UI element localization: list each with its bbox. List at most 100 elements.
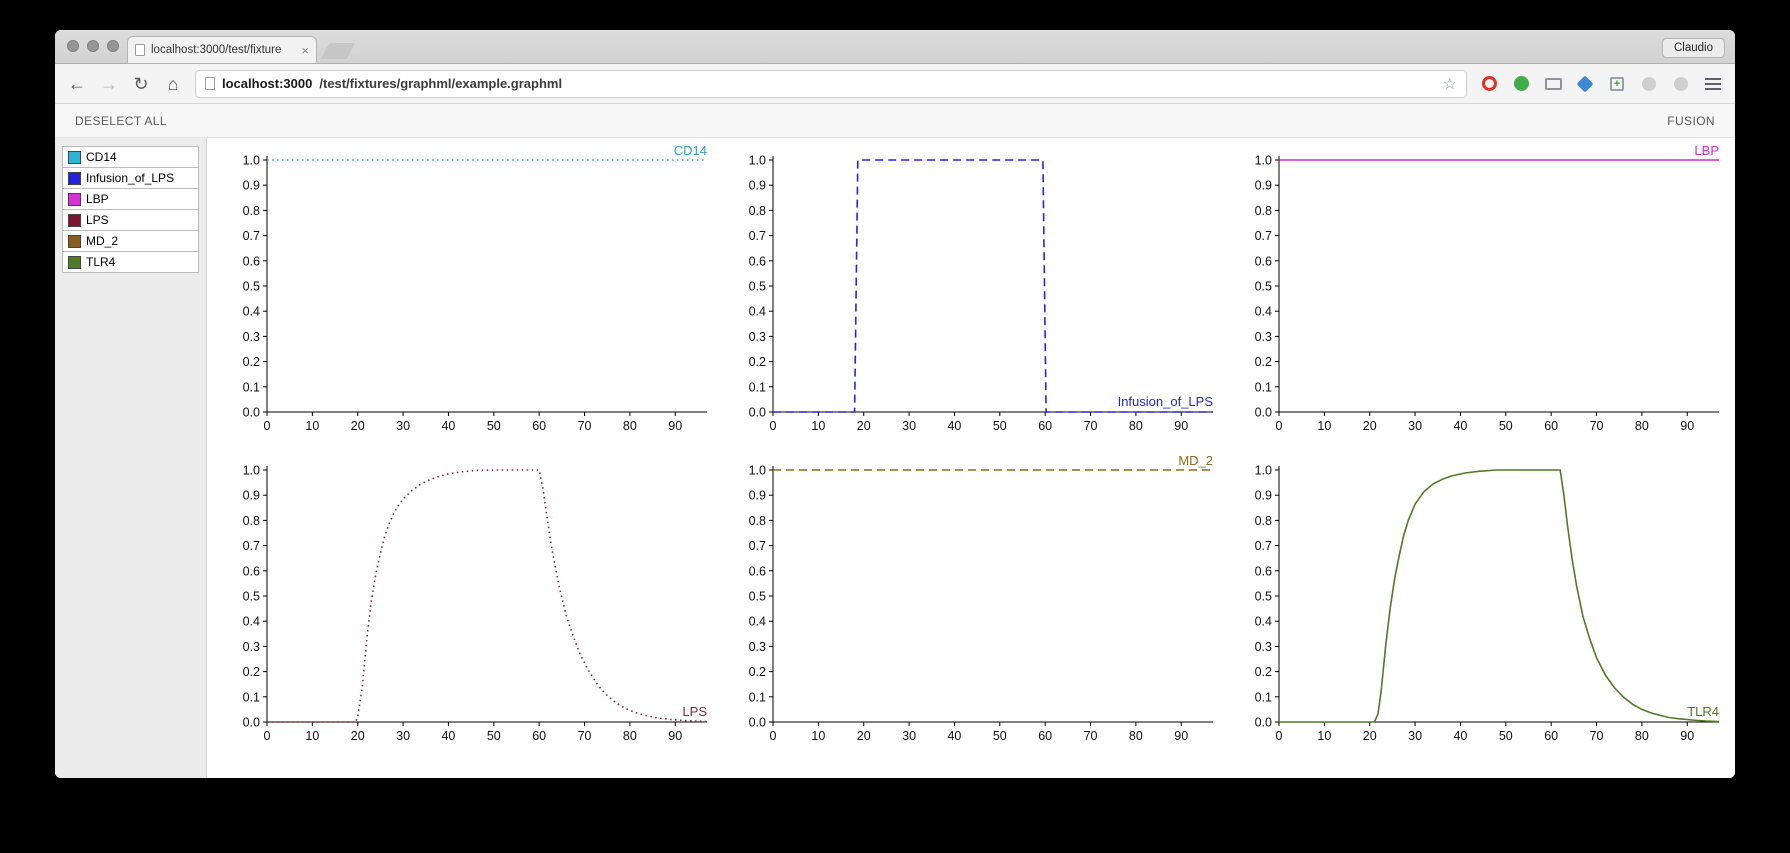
chart-canvas: 0 10 20 30 40 50 60 70 80 90 0.0 0.1 0.2 0.3 0.4 0.5 0.6…: [749, 154, 1214, 434]
minimize-window-icon[interactable]: [87, 40, 99, 52]
dim-extension-icon-1[interactable]: [1639, 74, 1659, 94]
green-circle-extension-icon[interactable]: [1511, 74, 1531, 94]
add-extension-icon[interactable]: +: [1607, 74, 1627, 94]
svg-text:0.0: 0.0: [1255, 716, 1272, 730]
svg-text:0.8: 0.8: [749, 204, 766, 218]
svg-text:30: 30: [396, 419, 410, 433]
svg-text:60: 60: [1038, 419, 1052, 433]
svg-text:40: 40: [441, 729, 455, 743]
profile-button[interactable]: Claudio: [1662, 38, 1725, 58]
address-bar[interactable]: localhost:3000/test/fixtures/graphml/exa…: [195, 69, 1467, 98]
svg-text:0.1: 0.1: [749, 380, 766, 394]
chart-LBP: 0 10 20 30 40 50 60 70 80 90 0.0 0.1 0.2 0.3 0.4 0.5 0.6…: [1233, 143, 1733, 444]
close-window-icon[interactable]: [67, 40, 79, 52]
bookmark-star-icon[interactable]: ☆: [1443, 74, 1457, 94]
app-header: DESELECT ALL FUSION: [55, 104, 1735, 138]
menu-icon[interactable]: [1703, 74, 1723, 94]
svg-text:0.2: 0.2: [1255, 665, 1272, 679]
svg-text:50: 50: [487, 419, 501, 433]
svg-text:60: 60: [1544, 419, 1558, 433]
chart-title: LBP: [1694, 144, 1719, 158]
svg-text:20: 20: [857, 419, 871, 433]
svg-text:1.0: 1.0: [1255, 154, 1272, 168]
url-path: /test/fixtures/graphml/example.graphml: [319, 76, 563, 91]
svg-text:0.4: 0.4: [243, 305, 260, 319]
svg-text:1.0: 1.0: [749, 464, 766, 478]
svg-text:60: 60: [1544, 729, 1558, 743]
svg-text:0.7: 0.7: [749, 539, 766, 553]
svg-text:30: 30: [1408, 729, 1422, 743]
svg-text:0.5: 0.5: [1255, 590, 1272, 604]
svg-text:0.6: 0.6: [243, 254, 260, 268]
svg-text:0.3: 0.3: [749, 640, 766, 654]
deselect-all-button[interactable]: DESELECT ALL: [75, 114, 167, 128]
svg-text:0.2: 0.2: [749, 665, 766, 679]
window-controls: [67, 40, 119, 52]
svg-text:30: 30: [1408, 419, 1422, 433]
svg-text:0.9: 0.9: [749, 489, 766, 503]
maximize-window-icon[interactable]: [107, 40, 119, 52]
blue-gem-extension-icon[interactable]: [1575, 74, 1595, 94]
svg-text:0.8: 0.8: [749, 514, 766, 528]
browser-tab[interactable]: localhost:3000/test/fixture ×: [127, 36, 317, 63]
svg-text:90: 90: [668, 729, 682, 743]
sidebar-item-LPS[interactable]: LPS: [62, 209, 199, 231]
sidebar-item-MD_2[interactable]: MD_2: [62, 230, 199, 252]
browser-window: localhost:3000/test/fixture × Claudio ← …: [55, 30, 1735, 778]
node-color-swatch: [68, 234, 81, 248]
svg-text:90: 90: [1174, 729, 1188, 743]
back-icon[interactable]: ←: [67, 75, 87, 93]
svg-text:0.2: 0.2: [1255, 355, 1272, 369]
svg-text:0.4: 0.4: [243, 615, 260, 629]
svg-text:20: 20: [1363, 419, 1377, 433]
sidebar-item-LBP[interactable]: LBP: [62, 188, 199, 210]
svg-text:10: 10: [1317, 729, 1331, 743]
svg-text:70: 70: [1590, 729, 1604, 743]
home-icon[interactable]: ⌂: [163, 75, 183, 93]
svg-text:80: 80: [1129, 419, 1143, 433]
close-tab-icon[interactable]: ×: [301, 43, 309, 58]
svg-text:90: 90: [1680, 419, 1694, 433]
node-sidebar: CD14 Infusion_of_LPS LBP LPS MD_2 TLR4: [55, 138, 207, 778]
svg-text:50: 50: [1499, 729, 1513, 743]
svg-text:80: 80: [1635, 419, 1649, 433]
svg-text:0: 0: [264, 729, 271, 743]
new-tab-button[interactable]: [320, 43, 356, 59]
svg-text:0.2: 0.2: [243, 355, 260, 369]
svg-text:80: 80: [623, 729, 637, 743]
svg-text:0.8: 0.8: [1255, 514, 1272, 528]
chart-title: CD14: [674, 144, 707, 158]
tab-title: localhost:3000/test/fixture: [151, 44, 282, 56]
svg-text:1.0: 1.0: [243, 154, 260, 168]
svg-text:0.0: 0.0: [1255, 406, 1272, 420]
sidebar-item-Infusion_of_LPS[interactable]: Infusion_of_LPS: [62, 167, 199, 189]
svg-text:10: 10: [305, 729, 319, 743]
dim-extension-icon-2[interactable]: [1671, 74, 1691, 94]
svg-text:0.6: 0.6: [1255, 254, 1272, 268]
svg-text:0.9: 0.9: [1255, 489, 1272, 503]
svg-text:70: 70: [1084, 729, 1098, 743]
svg-text:0.5: 0.5: [749, 590, 766, 604]
svg-text:50: 50: [487, 729, 501, 743]
svg-text:20: 20: [857, 729, 871, 743]
forward-icon[interactable]: →: [99, 75, 119, 93]
svg-text:0.0: 0.0: [749, 406, 766, 420]
sidebar-item-CD14[interactable]: CD14: [62, 146, 199, 168]
svg-text:0.9: 0.9: [243, 179, 260, 193]
chart-LPS: 0 10 20 30 40 50 60 70 80 90 0.0 0.1 0.2 0.3 0.4 0.5 0.6…: [221, 454, 721, 754]
svg-text:90: 90: [1174, 419, 1188, 433]
svg-text:10: 10: [811, 729, 825, 743]
node-color-swatch: [68, 255, 81, 269]
cast-extension-icon[interactable]: [1543, 74, 1563, 94]
svg-text:0.6: 0.6: [749, 564, 766, 578]
svg-text:1.0: 1.0: [749, 154, 766, 168]
svg-text:60: 60: [532, 419, 546, 433]
svg-text:20: 20: [1363, 729, 1377, 743]
sidebar-item-TLR4[interactable]: TLR4: [62, 251, 199, 273]
svg-text:80: 80: [1129, 729, 1143, 743]
fusion-button[interactable]: FUSION: [1667, 114, 1715, 128]
svg-text:10: 10: [1317, 419, 1331, 433]
svg-text:60: 60: [1038, 729, 1052, 743]
reload-icon[interactable]: ↻: [131, 75, 151, 93]
opera-extension-icon[interactable]: [1479, 74, 1499, 94]
